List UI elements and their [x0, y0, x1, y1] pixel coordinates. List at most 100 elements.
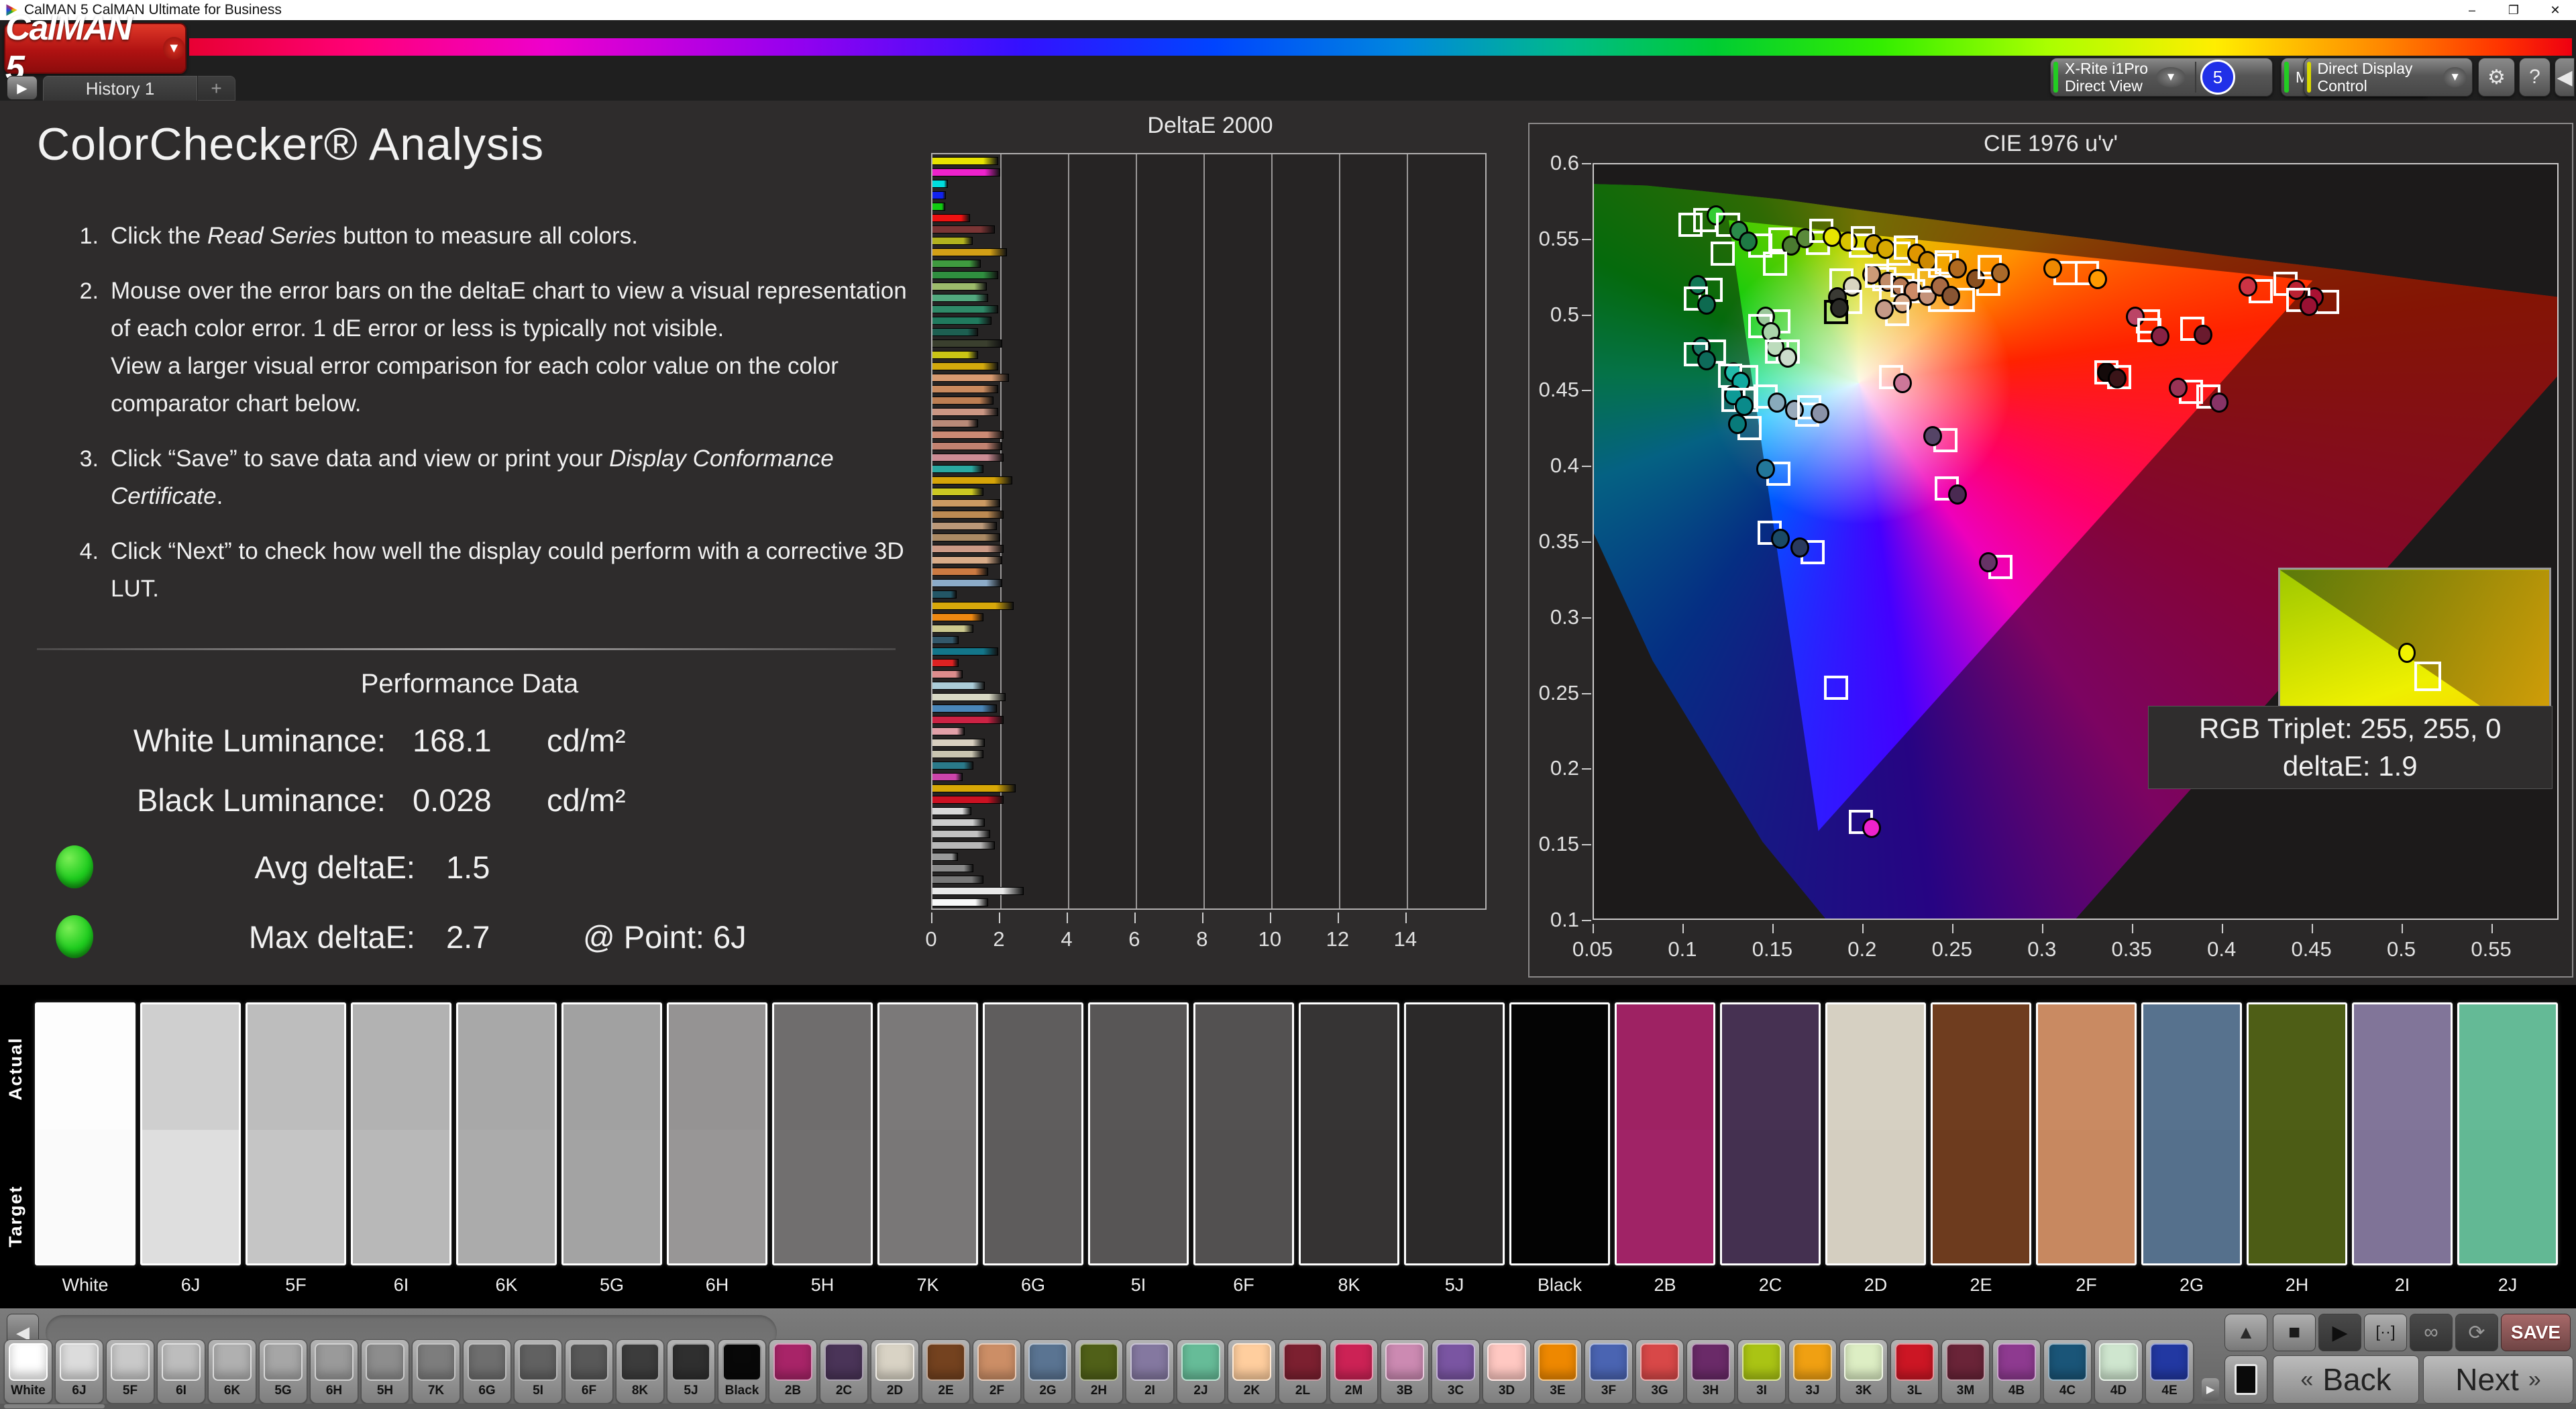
patch-button-2L[interactable]: 2L: [1279, 1339, 1327, 1404]
measured-point-49[interactable]: [1767, 393, 1786, 413]
deltae-bar-10[interactable]: [932, 271, 999, 279]
patch-button-2I[interactable]: 2I: [1126, 1339, 1174, 1404]
back-button[interactable]: «Back: [2273, 1355, 2419, 1404]
deltae-bar-18[interactable]: [932, 362, 999, 370]
patch-button-2G[interactable]: 2G: [1024, 1339, 1072, 1404]
deltae-bar-21[interactable]: [932, 397, 994, 405]
patch-button-6K[interactable]: 6K: [208, 1339, 256, 1404]
patch-button-5I[interactable]: 5I: [514, 1339, 562, 1404]
patch-button-3I[interactable]: 3I: [1737, 1339, 1786, 1404]
comparator-swatch-6J[interactable]: [140, 1002, 241, 1265]
patch-button-3K[interactable]: 3K: [1839, 1339, 1888, 1404]
comparator-swatch-2J[interactable]: [2457, 1002, 2558, 1265]
comparator-swatch-2E[interactable]: [1931, 1002, 2031, 1265]
comparator-swatch-White[interactable]: [35, 1002, 136, 1265]
comparator-swatch-6I[interactable]: [351, 1002, 451, 1265]
deltae-bar-35[interactable]: [932, 556, 1002, 564]
deltae-bar-36[interactable]: [932, 568, 989, 576]
help-button[interactable]: ?: [2519, 58, 2551, 97]
collapse-panel-button[interactable]: ◀: [2555, 58, 2575, 97]
patch-button-7K[interactable]: 7K: [412, 1339, 460, 1404]
measured-point-51[interactable]: [1810, 403, 1829, 423]
patch-button-4D[interactable]: 4D: [2094, 1339, 2143, 1404]
patch-button-5G[interactable]: 5G: [259, 1339, 307, 1404]
measured-point-62[interactable]: [2194, 325, 2213, 346]
measured-point-47[interactable]: [1735, 395, 1754, 416]
comparator-swatch-2D[interactable]: [1825, 1002, 1926, 1265]
measured-point-30[interactable]: [1941, 285, 1960, 306]
measured-point-13[interactable]: [1991, 262, 2010, 283]
comparator-swatch-7K[interactable]: [877, 1002, 978, 1265]
patch-button-2H[interactable]: 2H: [1075, 1339, 1123, 1404]
comparator-swatch-6K[interactable]: [456, 1002, 557, 1265]
deltae-bar-32[interactable]: [932, 522, 997, 530]
patch-button-3G[interactable]: 3G: [1635, 1339, 1684, 1404]
deltae-bar-13[interactable]: [932, 305, 999, 313]
stop-button[interactable]: ■: [2273, 1314, 2316, 1351]
swatch-scrollbar-thumb[interactable]: [4, 1404, 105, 1408]
deltae-bar-37[interactable]: [932, 579, 1002, 587]
deltae-bar-31[interactable]: [932, 511, 1004, 519]
cie-plot-area[interactable]: RGB Triplet: 255, 255, 0 deltaE: 1.9: [1593, 163, 2559, 920]
pattern-window-button[interactable]: [2224, 1355, 2267, 1404]
comparator-swatch-2F[interactable]: [2036, 1002, 2137, 1265]
deltae-bar-14[interactable]: [932, 317, 992, 325]
measured-point-32[interactable]: [1874, 299, 1894, 319]
deltae-bar-3[interactable]: [932, 191, 947, 199]
patch-button-3H[interactable]: 3H: [1686, 1339, 1735, 1404]
comparator-swatch-8K[interactable]: [1299, 1002, 1399, 1265]
swatch-scrollbar[interactable]: [0, 1404, 2576, 1409]
patch-button-2M[interactable]: 2M: [1330, 1339, 1378, 1404]
patch-button-2B[interactable]: 2B: [769, 1339, 817, 1404]
deltae-bar-0[interactable]: [932, 157, 999, 165]
deltae-bar-24[interactable]: [932, 431, 1004, 439]
minimize-icon[interactable]: –: [2451, 0, 2493, 20]
deltae-bar-51[interactable]: [932, 739, 985, 747]
measured-point-52[interactable]: [1756, 459, 1776, 480]
measured-point-16[interactable]: [2239, 276, 2258, 297]
measured-point-19[interactable]: [2299, 296, 2318, 317]
tab-history-1[interactable]: History 1: [43, 76, 197, 101]
deltae-bar-42[interactable]: [932, 636, 959, 644]
measured-point-2[interactable]: [1738, 231, 1758, 252]
measured-point-48[interactable]: [1727, 413, 1747, 434]
deltae-bar-59[interactable]: [932, 830, 990, 838]
deltae-bar-26[interactable]: [932, 454, 1004, 462]
deltae-bar-48[interactable]: [932, 704, 997, 713]
deltae-bar-28[interactable]: [932, 476, 1012, 484]
deltae-bar-56[interactable]: [932, 796, 1004, 804]
deltae-bar-58[interactable]: [932, 819, 985, 827]
deltae-bar-8[interactable]: [932, 248, 1008, 256]
comparator-swatch-6H[interactable]: [667, 1002, 767, 1265]
comparator-swatch-5G[interactable]: [561, 1002, 662, 1265]
calman-logo-menu[interactable]: CalMAN 5 ▼: [4, 9, 186, 88]
patch-button-3F[interactable]: 3F: [1585, 1339, 1633, 1404]
deltae-bar-6[interactable]: [932, 225, 996, 233]
measured-point-56[interactable]: [1923, 425, 1942, 446]
measured-point-14[interactable]: [2043, 258, 2062, 279]
measured-point-22[interactable]: [2168, 377, 2188, 398]
deltae-bar-60[interactable]: [932, 841, 996, 849]
measured-point-54[interactable]: [1790, 537, 1810, 558]
measured-point-55[interactable]: [1892, 372, 1912, 393]
deltae-bar-55[interactable]: [932, 784, 1016, 792]
patch-button-4B[interactable]: 4B: [1992, 1339, 2041, 1404]
deltae-bar-33[interactable]: [932, 533, 1000, 541]
comparator-swatch-5H[interactable]: [772, 1002, 873, 1265]
deltae-bar-30[interactable]: [932, 499, 1000, 507]
patch-button-5F[interactable]: 5F: [106, 1339, 154, 1404]
patch-button-3E[interactable]: 3E: [1534, 1339, 1582, 1404]
close-icon[interactable]: ✕: [2534, 0, 2576, 20]
deltae-bar-22[interactable]: [932, 408, 999, 416]
patch-button-White[interactable]: White: [4, 1339, 52, 1404]
patch-button-2D[interactable]: 2D: [871, 1339, 919, 1404]
patch-button-6H[interactable]: 6H: [310, 1339, 358, 1404]
read-single-button[interactable]: [··]: [2364, 1314, 2407, 1351]
deltae-bar-15[interactable]: [932, 328, 979, 336]
deltae-bar-49[interactable]: [932, 716, 1004, 724]
patch-button-5J[interactable]: 5J: [667, 1339, 715, 1404]
deltae-bar-12[interactable]: [932, 294, 989, 302]
patch-button-6G[interactable]: 6G: [463, 1339, 511, 1404]
patch-button-2E[interactable]: 2E: [922, 1339, 970, 1404]
measured-point-58[interactable]: [1978, 552, 1998, 573]
